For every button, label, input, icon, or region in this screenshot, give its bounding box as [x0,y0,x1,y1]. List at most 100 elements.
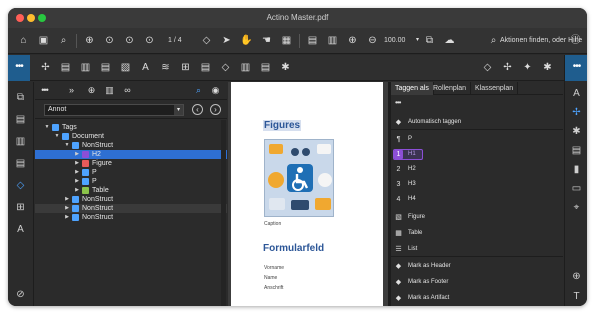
hand-icon[interactable]: ☚ [259,33,274,48]
tree-row-nonstruct[interactable]: ▼ NonStruct [35,141,227,150]
tag-as-h1-button[interactable]: 1 H1 [391,147,563,162]
chevron-right-icon[interactable]: ▶ [74,177,80,186]
tag-as-figure-button[interactable]: ▧ Figure [391,210,563,225]
document-icon[interactable]: ▤ [569,143,584,158]
text-reflow-icon[interactable]: A [569,86,584,101]
document-text-icon[interactable]: ▥ [238,60,253,75]
layers-icon[interactable]: ≋ [158,60,173,75]
help-icon[interactable]: ⓘ [568,33,583,48]
accessibility-touch-icon[interactable]: ✋ [239,33,254,48]
chevron-right-icon[interactable]: ▶ [74,159,80,168]
tag-icon[interactable]: ◇ [199,33,214,48]
document-icon[interactable]: ▤ [258,60,273,75]
grid-icon[interactable]: ⊞ [178,60,193,75]
tree-row-figure[interactable]: ▶ Figure [35,159,227,168]
tag-icon[interactable]: ◇ [218,60,233,75]
chevron-down-icon[interactable]: ▾ [174,105,183,115]
tag-as-table-button[interactable]: ▦ Table [391,226,563,241]
delete-icon[interactable]: ▥ [103,84,116,97]
tag-as-list-button[interactable]: ☰ List [391,242,563,257]
eye-icon[interactable]: ◉ [209,84,222,97]
more-options-button[interactable]: ••• [38,84,51,97]
tree-row-nonstruct[interactable]: ▶ NonStruct [35,213,227,222]
last-page-icon[interactable]: ⊙ [142,33,157,48]
select-arrow-icon[interactable]: ➤ [219,33,234,48]
tree-row-tags[interactable]: ▼ Tags [35,123,227,132]
chevron-right-icon[interactable]: ▶ [74,150,80,159]
tree-row-p[interactable]: ▶ P [35,168,227,177]
cloud-icon[interactable]: ☁ [442,33,457,48]
accessibility-icon[interactable]: ✢ [500,60,515,75]
tree-row-document[interactable]: ▼ Document [35,132,227,141]
bug-icon[interactable]: ✱ [540,60,555,75]
zoom-value[interactable]: 100.00 [384,37,405,44]
chevron-right-icon[interactable]: ▶ [74,186,80,195]
tag-type-select[interactable]: Annot ▾ [44,104,184,116]
tag-as-h3-button[interactable]: 3 H3 [391,177,563,192]
bug-icon[interactable]: ✱ [569,124,584,139]
accessibility-icon[interactable]: ✢ [38,60,53,75]
tag-as-h2-button[interactable]: 2 H2 [391,162,563,177]
text-icon[interactable]: A [13,222,28,237]
chevron-down-icon[interactable]: ▼ [64,141,70,150]
next-page-icon[interactable]: ⊙ [122,33,137,48]
chevron-right-icon[interactable]: ▶ [74,168,80,177]
chevron-right-icon[interactable]: ▶ [64,213,70,222]
document-icon[interactable]: ▤ [98,60,113,75]
chevron-down-icon[interactable]: ▼ [54,132,60,141]
tab-rollenplan[interactable]: Rollenplan [429,82,472,95]
add-tag-icon[interactable]: ⊕ [85,84,98,97]
zoom-in-icon[interactable]: ⊕ [82,33,97,48]
heading-formularfeld[interactable]: Formularfeld [263,243,324,254]
tree-row-table[interactable]: ▶ Table [35,186,227,195]
compare-icon[interactable]: ⧉ [422,33,437,48]
save-icon[interactable]: ▣ [36,33,51,48]
tab-klassenplan[interactable]: Klassenplan [471,82,519,95]
next-match-button[interactable]: › [210,104,221,115]
chevron-right-icon[interactable]: ▶ [64,195,70,204]
zoom-out-icon[interactable]: ⊖ [365,33,380,48]
document-icon[interactable]: ▤ [198,60,213,75]
text-icon[interactable]: T [569,289,584,304]
tree-row-nonstruct[interactable]: ▶ NonStruct [35,195,227,204]
location-pin-icon[interactable]: ⌖ [569,200,584,215]
accessibility-icon[interactable]: ✢ [569,105,584,120]
previous-match-button[interactable]: ‹ [192,104,203,115]
grid-icon[interactable]: ⊞ [13,200,28,215]
document-text-icon[interactable]: ▥ [13,134,28,149]
tree-scrollbar[interactable] [221,120,226,306]
tags-icon[interactable]: ◇ [13,178,28,193]
mark-as-footer-button[interactable]: ◆ Mark as Footer [391,275,563,290]
tag-as-p-button[interactable]: ¶ P [391,132,563,147]
tag-as-h4-button[interactable]: 4 H4 [391,192,563,207]
more-options-button[interactable]: ••• [8,55,30,81]
image-icon[interactable]: ▧ [118,60,133,75]
document-text-icon[interactable]: ▥ [325,33,340,48]
hide-panel-icon[interactable]: ⊘ [13,287,28,302]
document-icon[interactable]: ▤ [13,112,28,127]
expand-all-icon[interactable]: » [65,84,78,97]
document-icon[interactable]: ▤ [305,33,320,48]
globe-icon[interactable]: ⊕ [569,269,584,284]
link-icon[interactable]: ∞ [121,84,134,97]
chevron-right-icon[interactable]: ▶ [64,204,70,213]
text-icon[interactable]: A [138,60,153,75]
pdf-page[interactable]: Figures Caption Formularfeld Vorname Nam… [231,82,383,306]
book-icon[interactable]: ▮ [569,162,584,177]
search-icon[interactable]: ⌕ [56,33,71,48]
more-options-button[interactable]: ••• [395,98,401,107]
tag-icon[interactable]: ◇ [480,60,495,75]
search-icon[interactable]: ⌕ [486,33,501,48]
document-text-icon[interactable]: ▥ [78,60,93,75]
search-icon[interactable]: ⌕ [192,84,205,97]
previous-page-icon[interactable]: ⊙ [102,33,117,48]
tree-row-h2[interactable]: ▶ H2 [35,150,227,159]
tree-row-p[interactable]: ▶ P [35,177,227,186]
mark-as-header-button[interactable]: ◆ Mark as Header [391,259,563,274]
comment-icon[interactable]: ▭ [569,181,584,196]
document-icon[interactable]: ▤ [13,156,28,171]
heading-figures[interactable]: Figures [263,120,302,131]
tree-row-nonstruct[interactable]: ▶ NonStruct [35,204,227,213]
more-options-button[interactable]: ••• [565,55,587,81]
auto-tag-button[interactable]: ◆ Automatisch taggen [391,115,563,130]
